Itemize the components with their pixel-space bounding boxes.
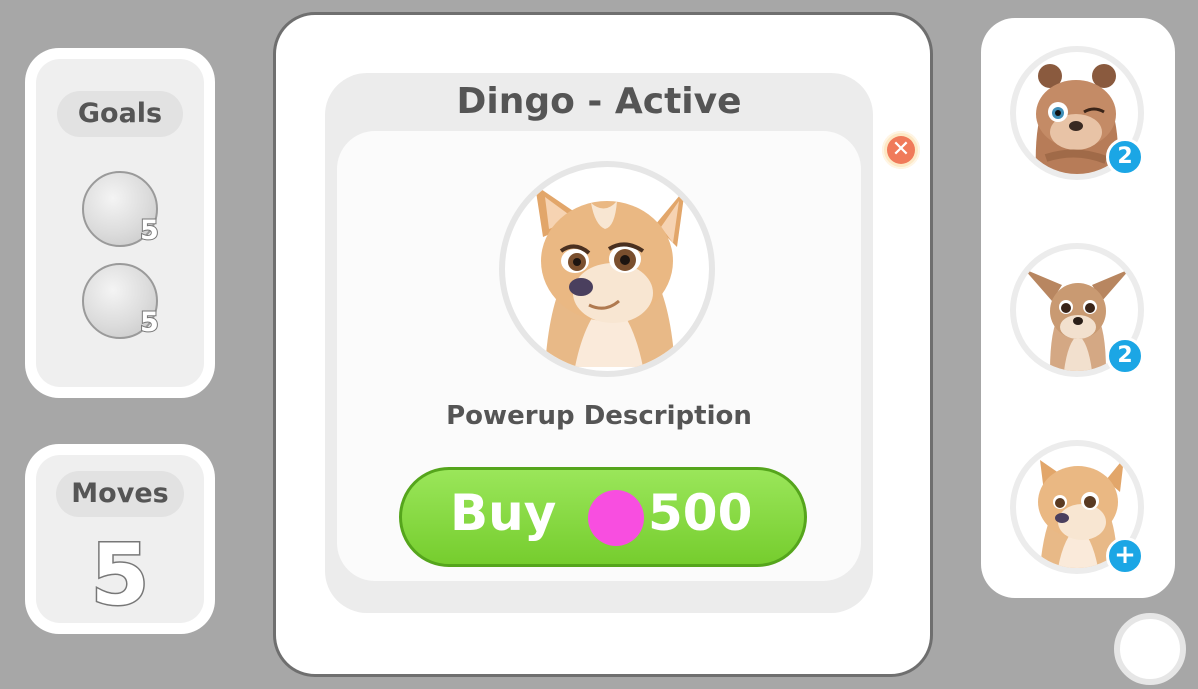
moves-panel: Moves 5: [25, 444, 215, 634]
powerup-dialog: Dingo - Active ✕ Powerup Description Buy…: [273, 12, 933, 677]
close-button[interactable]: ✕: [882, 131, 920, 169]
add-character-badge[interactable]: +: [1106, 537, 1144, 575]
goal-count: 5: [139, 306, 160, 339]
goal-item: 5: [82, 171, 182, 253]
card-body: Powerup Description Buy 500: [337, 131, 861, 581]
wombat-badge: 2: [1106, 138, 1144, 176]
goals-panel: Goals 5 5: [25, 48, 215, 398]
character-card: Dingo - Active ✕ Powerup Description Buy…: [325, 73, 920, 613]
goal-item: 5: [82, 263, 182, 345]
dingo-portrait: [499, 161, 715, 377]
close-icon: ✕: [887, 136, 915, 164]
powerup-description: Powerup Description: [446, 401, 752, 431]
dialog-title: Dingo - Active: [456, 81, 742, 122]
moves-panel-inner: Moves 5: [36, 455, 204, 623]
dingo-avatar-icon: [535, 185, 685, 367]
moves-value: 5: [89, 526, 150, 624]
moves-label: Moves: [56, 471, 184, 517]
buy-price: 500: [648, 484, 753, 542]
goals-panel-inner: Goals 5 5: [36, 59, 204, 387]
buy-button[interactable]: Buy 500: [399, 467, 807, 567]
goals-label: Goals: [57, 91, 183, 137]
corner-round-button[interactable]: [1114, 613, 1186, 685]
buy-label: Buy: [450, 484, 557, 542]
pink-coin-icon: [588, 490, 644, 546]
goal-count: 5: [139, 214, 160, 247]
kangaroo-badge: 2: [1106, 337, 1144, 375]
